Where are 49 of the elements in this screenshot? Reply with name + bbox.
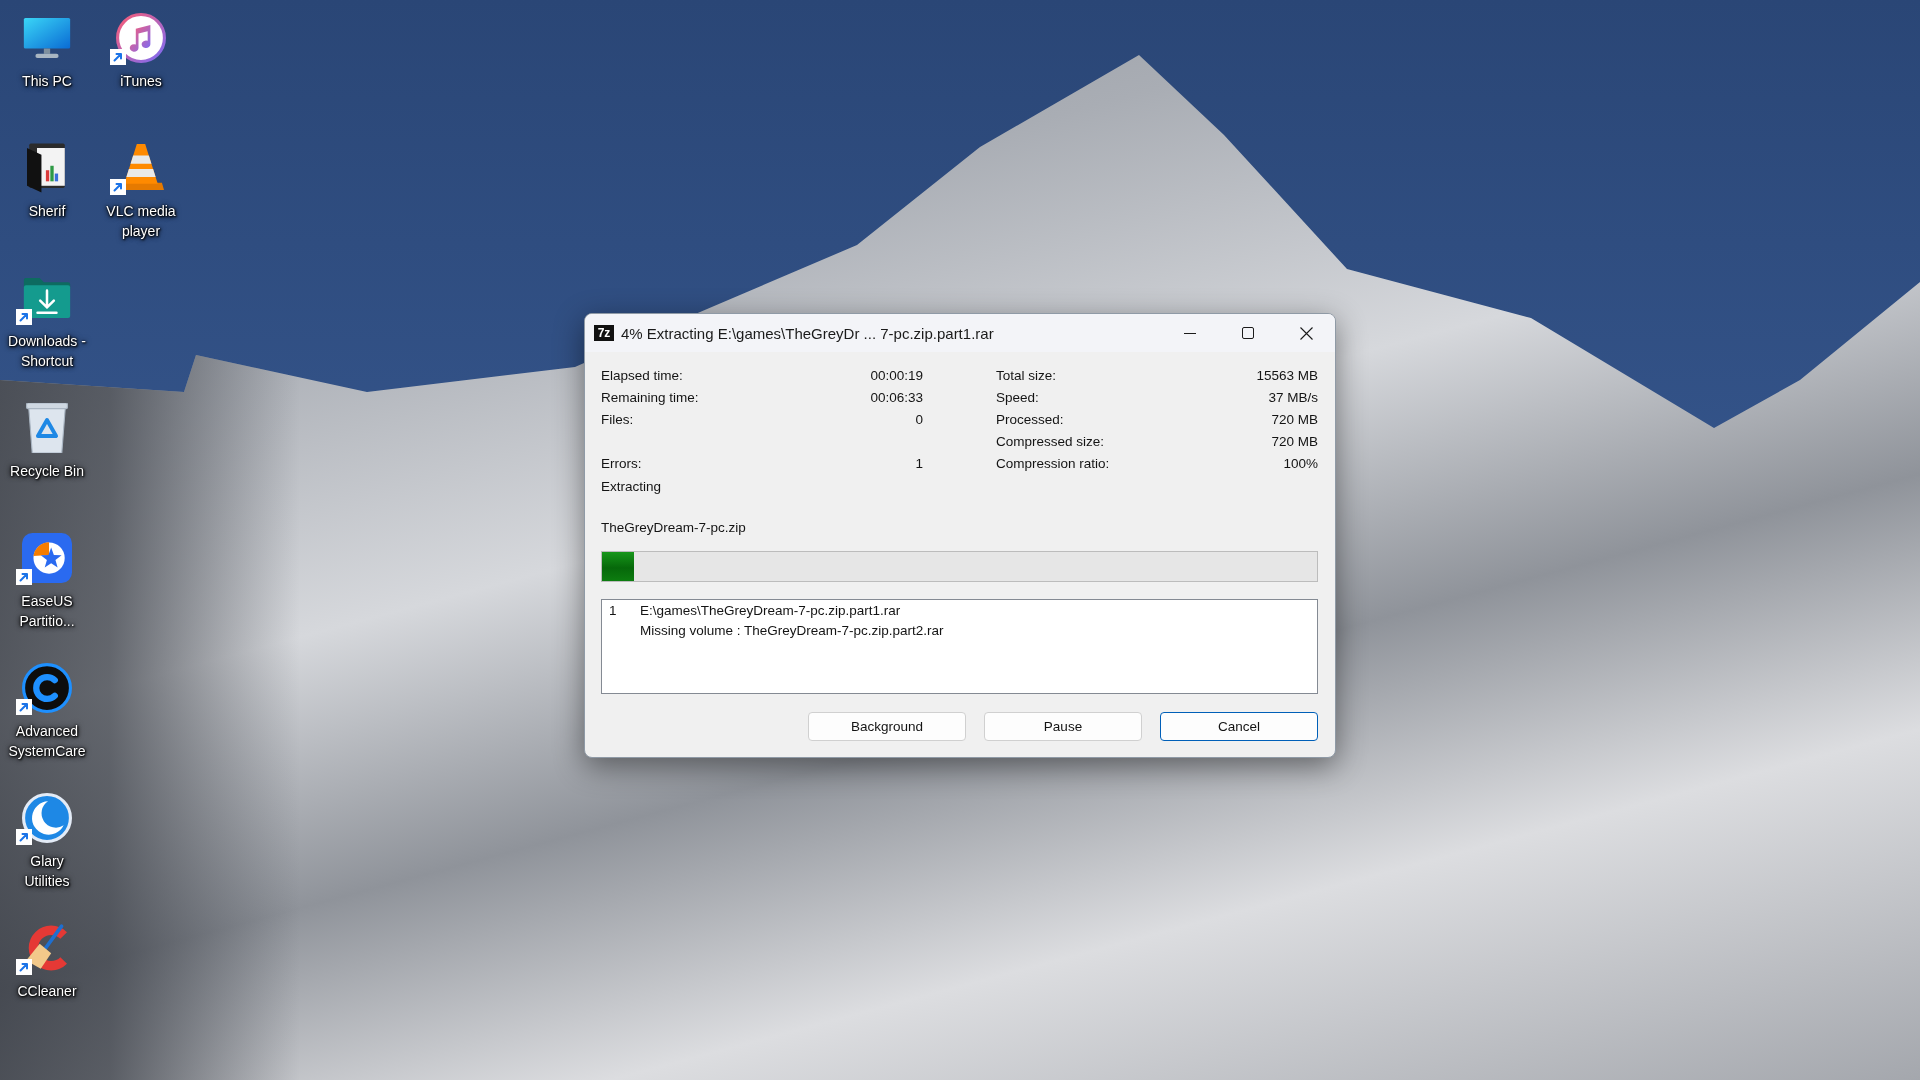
minimize-icon	[1184, 332, 1196, 334]
window-title: 4% Extracting E:\games\TheGreyDr ... 7-pc.zip.part1.rar	[621, 324, 994, 342]
app-logo: 7z	[594, 325, 614, 341]
desktop-icon-label[interactable]: Downloads - Shortcut	[7, 331, 87, 371]
maximize-icon	[1242, 327, 1254, 339]
stat-label: Total size:	[996, 367, 1057, 383]
desktop-icon-label[interactable]: CCleaner	[17, 981, 77, 1001]
desktop-icon-label[interactable]: Recycle Bin	[10, 461, 84, 481]
dialog-button[interactable]: Background	[808, 712, 966, 741]
stat-label: Compression ratio:	[996, 455, 1110, 471]
monitor-icon[interactable]	[23, 18, 71, 58]
recycle-bin-icon[interactable]	[26, 403, 68, 453]
dialog-button[interactable]: Cancel	[1160, 712, 1318, 741]
dialog-button[interactable]: Pause	[984, 712, 1142, 741]
desktop-icon-label[interactable]: EaseUS Partitio...	[7, 591, 87, 631]
stat-label: Elapsed time:	[601, 367, 683, 383]
message-text: E:\games\TheGreyDream-7-pc.zip.part1.rar	[640, 602, 901, 620]
current-file-name: TheGreyDream-7-pc.zip	[601, 519, 746, 537]
status-text: Extracting	[601, 478, 662, 496]
stat-value: 00:06:33	[870, 389, 923, 405]
star-tile-icon[interactable]	[22, 533, 72, 583]
c-ring-icon[interactable]	[22, 663, 72, 713]
stat-value: 720 MB	[1271, 433, 1318, 449]
stat-value: 720 MB	[1271, 411, 1318, 427]
stat-label: Files:	[601, 411, 634, 427]
message-text: Missing volume : TheGreyDream-7-pc.zip.part2.rar	[640, 622, 944, 640]
music-note-icon[interactable]	[116, 13, 166, 63]
desktop-icon-label[interactable]: Advanced SystemCare	[7, 721, 87, 761]
desktop-icon-label[interactable]: VLC media player	[101, 201, 181, 241]
desktop-icon-label[interactable]: This PC	[22, 71, 72, 91]
stat-value: 15563 MB	[1256, 367, 1318, 383]
desktop-icon-label[interactable]: Sherif	[28, 201, 66, 221]
stat-label: Speed:	[996, 389, 1039, 405]
desktop-icon-label[interactable]: iTunes	[120, 71, 162, 91]
stat-value: 1	[915, 455, 923, 471]
stat-label: Errors:	[601, 455, 642, 471]
stat-label: Processed:	[996, 411, 1064, 427]
stat-value: 37 MB/s	[1268, 389, 1318, 405]
download-folder-icon[interactable]	[22, 278, 72, 318]
stat-value: 100%	[1283, 455, 1318, 471]
close-icon	[1299, 326, 1313, 340]
crescent-icon[interactable]	[22, 793, 72, 843]
desktop-icon-label[interactable]: Glary Utilities	[7, 851, 87, 891]
stat-label: Remaining time:	[601, 389, 699, 405]
folder-icon[interactable]	[27, 143, 67, 193]
stat-label: Compressed size:	[996, 433, 1105, 449]
message-number: 1	[609, 602, 618, 620]
stat-value: 0	[915, 411, 923, 427]
stat-value: 00:00:19	[870, 367, 923, 383]
